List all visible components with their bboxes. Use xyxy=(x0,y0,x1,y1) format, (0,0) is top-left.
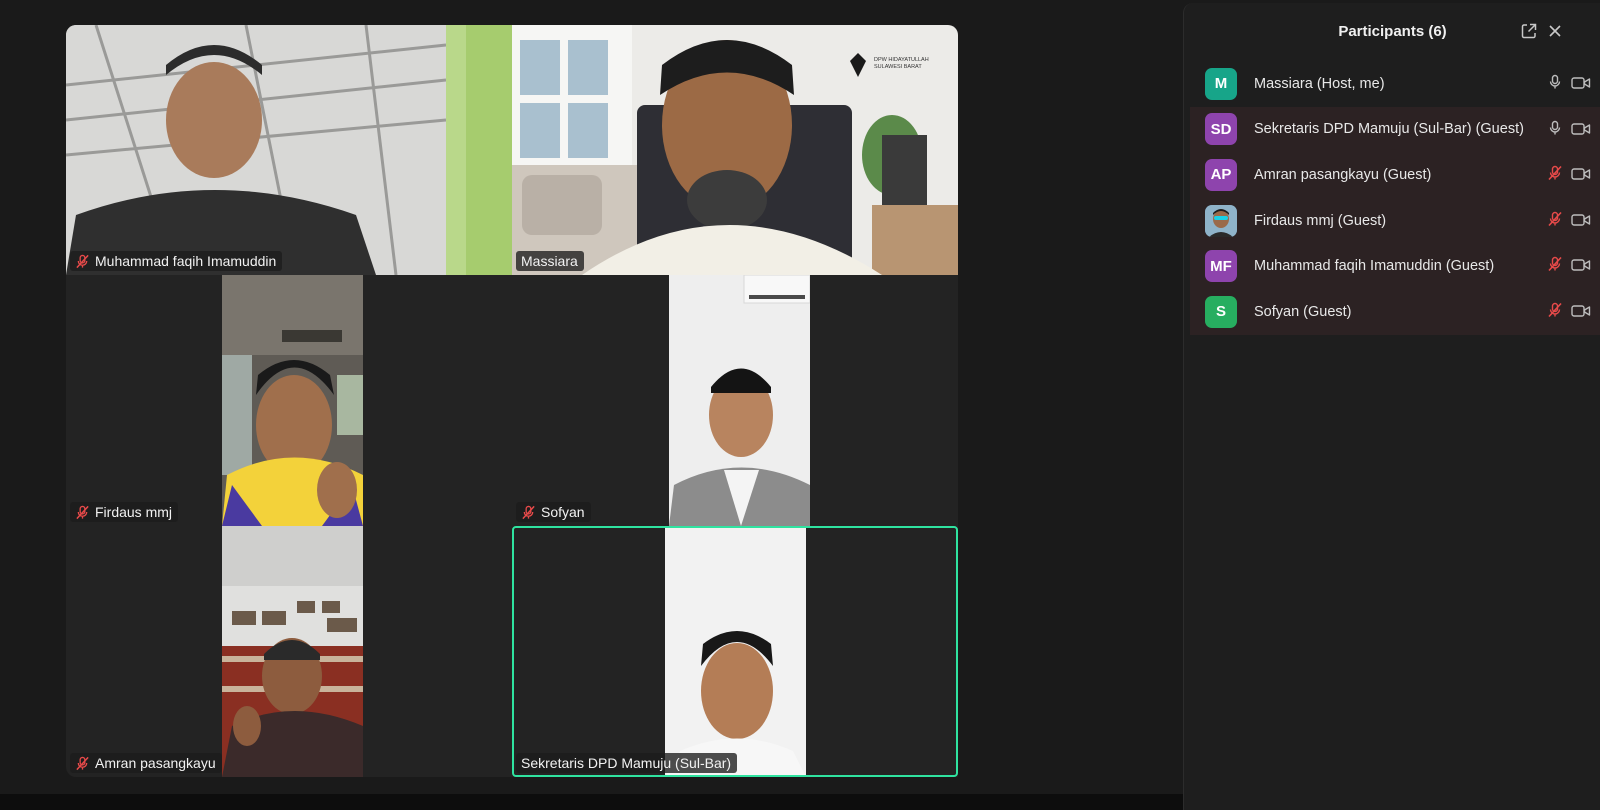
participant-name: Sofyan (Guest) xyxy=(1254,303,1352,320)
participant-name: Sekretaris DPD Mamuju (Sul-Bar) (Guest) xyxy=(1254,121,1524,138)
avatar-photo xyxy=(1205,204,1237,237)
mic-muted-icon xyxy=(521,505,536,520)
participant-name: Massiara (Host, me) xyxy=(1254,75,1385,92)
participant-row[interactable]: MF Muhammad faqih Imamuddin (Guest) xyxy=(1190,243,1600,289)
video-camera-icon[interactable] xyxy=(1571,167,1591,181)
video-camera-icon[interactable] xyxy=(1571,76,1591,90)
mic-muted-icon[interactable] xyxy=(1547,256,1563,272)
participant-video xyxy=(66,25,512,275)
close-icon[interactable] xyxy=(1548,24,1562,43)
participant-name-label: Firdaus mmj xyxy=(70,502,179,522)
mic-muted-icon xyxy=(75,254,90,269)
mic-muted-icon xyxy=(75,505,90,520)
panel-header: Participants (6) xyxy=(1184,3,1600,59)
mic-muted-icon[interactable] xyxy=(1547,302,1563,318)
participant-video xyxy=(665,526,806,777)
mic-muted-icon xyxy=(75,756,90,771)
pop-out-icon[interactable] xyxy=(1520,22,1538,45)
video-tile-massiara[interactable]: DPW HIDAYATULLAH SULAWESI BARAT Massiara xyxy=(512,25,958,275)
participant-name: Muhammad faqih Imamuddin (Guest) xyxy=(1254,258,1495,275)
participant-name-label: Sofyan xyxy=(516,502,591,522)
participant-row[interactable]: M Massiara (Host, me) xyxy=(1190,61,1600,107)
video-tile-sofyan[interactable]: Sofyan xyxy=(512,275,958,526)
participant-row[interactable]: S Sofyan (Guest) xyxy=(1190,288,1600,335)
avatar: M xyxy=(1205,67,1237,100)
video-tile-firdaus[interactable]: Firdaus mmj xyxy=(66,275,512,526)
video-camera-icon[interactable] xyxy=(1571,258,1591,272)
mic-muted-icon[interactable] xyxy=(1547,211,1563,227)
participant-name-label: Massiara xyxy=(516,251,584,271)
participant-row[interactable]: SD Sekretaris DPD Mamuju (Sul-Bar) (Gues… xyxy=(1190,106,1600,153)
participant-name-label: Amran pasangkayu xyxy=(70,753,222,773)
mic-icon[interactable] xyxy=(1547,120,1563,136)
video-camera-icon[interactable] xyxy=(1571,122,1591,136)
participant-name-label: Muhammad faqih Imamuddin xyxy=(70,251,283,271)
avatar: SD xyxy=(1205,113,1237,146)
participant-name-label: Sekretaris DPD Mamuju (Sul-Bar) xyxy=(516,753,738,773)
participant-row[interactable]: Firdaus mmj (Guest) xyxy=(1190,197,1600,244)
avatar: AP xyxy=(1205,158,1237,191)
participant-video: DPW HIDAYATULLAH SULAWESI BARAT xyxy=(512,25,958,275)
participants-panel: Participants (6) M Massiara (Host, me) S… xyxy=(1183,3,1600,810)
participant-row[interactable]: AP Amran pasangkayu (Guest) xyxy=(1190,152,1600,198)
participant-video xyxy=(222,526,363,777)
profile-photo-icon xyxy=(1205,204,1237,237)
video-camera-icon[interactable] xyxy=(1571,213,1591,227)
participant-video xyxy=(222,275,363,526)
logo-text-2: SULAWESI BARAT xyxy=(874,64,922,70)
video-camera-icon[interactable] xyxy=(1571,304,1591,318)
video-tile-muhammad-faqih[interactable]: Muhammad faqih Imamuddin xyxy=(66,25,512,275)
avatar: S xyxy=(1205,295,1237,328)
participant-list: M Massiara (Host, me) SD Sekretaris DPD … xyxy=(1190,61,1600,335)
video-tile-sekretaris-dpd[interactable]: Sekretaris DPD Mamuju (Sul-Bar) xyxy=(512,526,958,777)
avatar: MF xyxy=(1205,250,1237,283)
participant-name: Firdaus mmj (Guest) xyxy=(1254,212,1387,229)
video-tile-amran[interactable]: Amran pasangkayu xyxy=(66,526,512,777)
participant-name: Amran pasangkayu (Guest) xyxy=(1254,166,1432,183)
mic-muted-icon[interactable] xyxy=(1547,165,1563,181)
video-gallery: Muhammad faqih Imamuddin DPW HIDAYATULLA… xyxy=(66,25,978,795)
mic-icon[interactable] xyxy=(1547,74,1563,90)
logo-text-1: DPW HIDAYATULLAH xyxy=(874,57,929,63)
participant-video xyxy=(669,275,810,526)
